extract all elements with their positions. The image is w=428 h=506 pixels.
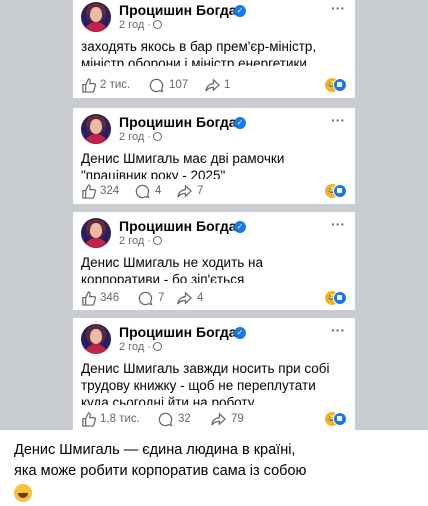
like-icon[interactable] [81, 291, 96, 306]
reactions-icon[interactable]: 😂 [325, 412, 347, 426]
author-name[interactable]: Процишин Богдан [119, 2, 245, 18]
reactions-icon[interactable]: 😂 [325, 184, 347, 198]
post-header: Процишин Богдан ✓ 2 год · ··· [81, 322, 347, 358]
comments-count[interactable]: 7 [158, 292, 164, 304]
globe-icon [152, 342, 162, 351]
comment-icon[interactable] [158, 412, 173, 427]
post-header: Процишин Богдан ✓ 2 год · ··· [81, 112, 347, 148]
post-card: Процишин Богдан ✓ 2 год · ··· Денис Шмиг… [73, 212, 355, 310]
post-text: Денис Шмигаль завжди носить при собі тру… [81, 360, 349, 405]
likes-count[interactable]: 346 [100, 292, 119, 304]
more-options-icon[interactable]: ··· [331, 322, 345, 338]
message-caption: Денис Шмигаль — єдина людина в країні, я… [14, 440, 414, 506]
post-header: Процишин Богдан ✓ 2 год · ··· [81, 216, 347, 252]
globe-icon [152, 20, 162, 29]
author-avatar[interactable] [81, 2, 111, 32]
post-time-label: 2 год · [119, 341, 151, 353]
post-card: Процишин Богдан ✓ 2 год · ··· Денис Шмиг… [73, 108, 355, 204]
more-options-icon[interactable]: ··· [331, 112, 345, 128]
likes-count[interactable]: 324 [100, 185, 119, 197]
post-time-label: 2 год · [119, 235, 151, 247]
author-avatar[interactable] [81, 114, 111, 144]
caption-line: Денис Шмигаль — єдина людина в країні, [14, 442, 296, 458]
share-icon[interactable] [177, 184, 192, 199]
like-icon[interactable] [81, 412, 96, 427]
like-icon[interactable] [81, 184, 96, 199]
post-footer: 2 тис. 107 1 😂 [81, 78, 347, 94]
like-icon[interactable] [81, 78, 96, 93]
globe-icon [152, 236, 162, 245]
author-avatar[interactable] [81, 324, 111, 354]
post-text-line: міністр оборони і міністр енергетики ... [81, 56, 322, 66]
verified-badge-icon: ✓ [234, 221, 246, 233]
post-footer: 346 7 4 😂 [81, 291, 347, 307]
comments-count[interactable]: 4 [155, 185, 161, 197]
post-time[interactable]: 2 год · [119, 235, 162, 247]
post-text-line: "працівник року - 2025" [81, 168, 226, 179]
shares-count[interactable]: 79 [231, 413, 244, 425]
share-icon[interactable] [177, 291, 192, 306]
reactions-icon[interactable]: 😂 [325, 78, 347, 92]
likes-count[interactable]: 2 тис. [100, 79, 130, 91]
post-text-line: корпоративи - бо зіп'ється [81, 272, 245, 283]
author-avatar[interactable] [81, 218, 111, 248]
comment-icon[interactable] [138, 291, 153, 306]
post-text-line: куда сьогодні йти на роботу [81, 395, 255, 405]
reactions-icon[interactable]: 😂 [325, 291, 347, 305]
more-options-icon[interactable]: ··· [331, 0, 345, 16]
verified-badge-icon: ✓ [234, 327, 246, 339]
post-text-line: Денис Шмигаль завжди носить при собі [81, 361, 330, 376]
post-time[interactable]: 2 год · [119, 341, 162, 353]
post-card: Процишин Богдан ✓ 2 год · ··· Денис Шмиг… [73, 318, 355, 430]
post-text: Денис Шмигаль має дві рамочки "працівник… [81, 150, 349, 179]
post-text-line: Денис Шмигаль не ходить на [81, 255, 264, 270]
caption-line: яка може робити корпоратив сама із собою [14, 463, 307, 479]
comments-count[interactable]: 107 [169, 79, 188, 91]
post-text-line: Денис Шмигаль має дві рамочки [81, 151, 285, 166]
rolling-on-floor-laughing-icon [14, 484, 32, 502]
post-time[interactable]: 2 год · [119, 19, 162, 31]
author-name[interactable]: Процишин Богдан [119, 114, 245, 130]
shares-count[interactable]: 4 [197, 292, 203, 304]
post-footer: 324 4 7 😂 [81, 184, 347, 200]
post-header: Процишин Богдан ✓ 2 год · ··· [81, 0, 347, 36]
post-text: заходять якось в бар прем'єр-міністр, мі… [81, 38, 349, 66]
verified-badge-icon: ✓ [234, 5, 246, 17]
shares-count[interactable]: 1 [224, 79, 230, 91]
share-icon[interactable] [211, 412, 226, 427]
post-time[interactable]: 2 год · [119, 131, 162, 143]
post-text-line: заходять якось в бар прем'єр-міністр, [81, 39, 317, 54]
post-time-label: 2 год · [119, 19, 151, 31]
post-card: Процишин Богдан ✓ 2 год · ··· заходять я… [73, 0, 355, 98]
author-name[interactable]: Процишин Богдан [119, 324, 245, 340]
post-footer: 1,8 тис. 32 79 😂 [81, 412, 347, 428]
comment-icon[interactable] [135, 184, 150, 199]
verified-badge-icon: ✓ [234, 117, 246, 129]
shares-count[interactable]: 7 [197, 185, 203, 197]
likes-count[interactable]: 1,8 тис. [100, 413, 140, 425]
share-icon[interactable] [205, 78, 220, 93]
post-text-line: трудову книжку - щоб не переплутати [81, 378, 316, 393]
post-time-label: 2 год · [119, 131, 151, 143]
globe-icon [152, 132, 162, 141]
comments-count[interactable]: 32 [178, 413, 191, 425]
screenshot-feed: Процишин Богдан ✓ 2 год · ··· заходять я… [0, 0, 428, 430]
comment-icon[interactable] [149, 78, 164, 93]
post-text: Денис Шмигаль не ходить на корпоративи -… [81, 254, 349, 283]
more-options-icon[interactable]: ··· [331, 216, 345, 232]
caption-emoji-row [14, 484, 414, 506]
author-name[interactable]: Процишин Богдан [119, 218, 245, 234]
